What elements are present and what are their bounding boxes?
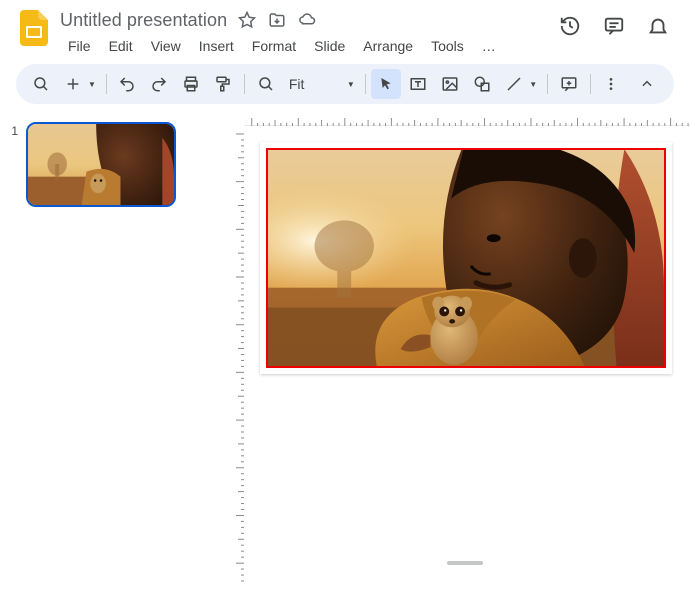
more-tools-button[interactable]: [596, 69, 626, 99]
canvas-area[interactable]: [250, 132, 680, 573]
new-slide-button[interactable]: [58, 69, 88, 99]
print-button[interactable]: [176, 69, 206, 99]
slide-canvas[interactable]: [260, 142, 672, 374]
menu-insert[interactable]: Insert: [191, 34, 242, 58]
history-icon[interactable]: [558, 14, 582, 38]
select-tool-button[interactable]: [371, 69, 401, 99]
menubar: File Edit View Insert Format Slide Arran…: [60, 34, 558, 58]
slide-number: 1: [6, 124, 18, 138]
comments-icon[interactable]: [602, 14, 626, 38]
menu-file[interactable]: File: [60, 34, 99, 58]
menu-view[interactable]: View: [143, 34, 189, 58]
title-area: Untitled presentation File Edit View Ins…: [60, 8, 558, 58]
textbox-tool-button[interactable]: [403, 69, 433, 99]
toolbar-wrap: ▼ Fit ▼: [0, 58, 690, 110]
star-icon[interactable]: [237, 10, 257, 30]
ruler-horizontal[interactable]: /*noop*/: [244, 110, 690, 126]
doc-title[interactable]: Untitled presentation: [60, 10, 227, 31]
menu-tools[interactable]: Tools: [423, 34, 472, 58]
header: Untitled presentation File Edit View Ins…: [0, 0, 690, 58]
zoom-select[interactable]: Fit: [283, 69, 347, 99]
paint-format-button[interactable]: [208, 69, 238, 99]
undo-button[interactable]: [112, 69, 142, 99]
ruler-vertical[interactable]: [228, 126, 244, 583]
menu-slide[interactable]: Slide: [306, 34, 353, 58]
slide-image-object[interactable]: [266, 148, 666, 368]
slide-thumbnail[interactable]: [26, 122, 176, 207]
speaker-notes-handle[interactable]: [447, 561, 483, 565]
shape-tool-button[interactable]: [467, 69, 497, 99]
image-tool-button[interactable]: [435, 69, 465, 99]
menu-overflow[interactable]: …: [474, 34, 504, 58]
notification-icon[interactable]: [646, 14, 670, 38]
menu-arrange[interactable]: Arrange: [355, 34, 421, 58]
add-comment-button[interactable]: [554, 69, 584, 99]
editor: /*noop*/: [222, 110, 690, 583]
zoom-tool-button[interactable]: [251, 69, 281, 99]
slides-logo[interactable]: [16, 10, 52, 46]
line-tool-button[interactable]: [499, 69, 529, 99]
cloud-status-icon[interactable]: [297, 10, 317, 30]
zoom-label: Fit: [289, 76, 305, 92]
workspace: 1: [0, 110, 690, 583]
toolbar: ▼ Fit ▼: [16, 64, 674, 104]
menu-edit[interactable]: Edit: [101, 34, 141, 58]
menu-format[interactable]: Format: [244, 34, 304, 58]
line-tool-dropdown[interactable]: ▼: [529, 80, 541, 89]
zoom-dropdown-caret[interactable]: ▼: [347, 80, 359, 89]
redo-button[interactable]: [144, 69, 174, 99]
new-slide-dropdown[interactable]: ▼: [88, 80, 100, 89]
move-icon[interactable]: [267, 10, 287, 30]
collapse-toolbar-button[interactable]: [630, 69, 664, 99]
filmstrip-slide[interactable]: 1: [6, 122, 222, 207]
search-menus-button[interactable]: [26, 69, 56, 99]
filmstrip: 1: [0, 110, 222, 583]
